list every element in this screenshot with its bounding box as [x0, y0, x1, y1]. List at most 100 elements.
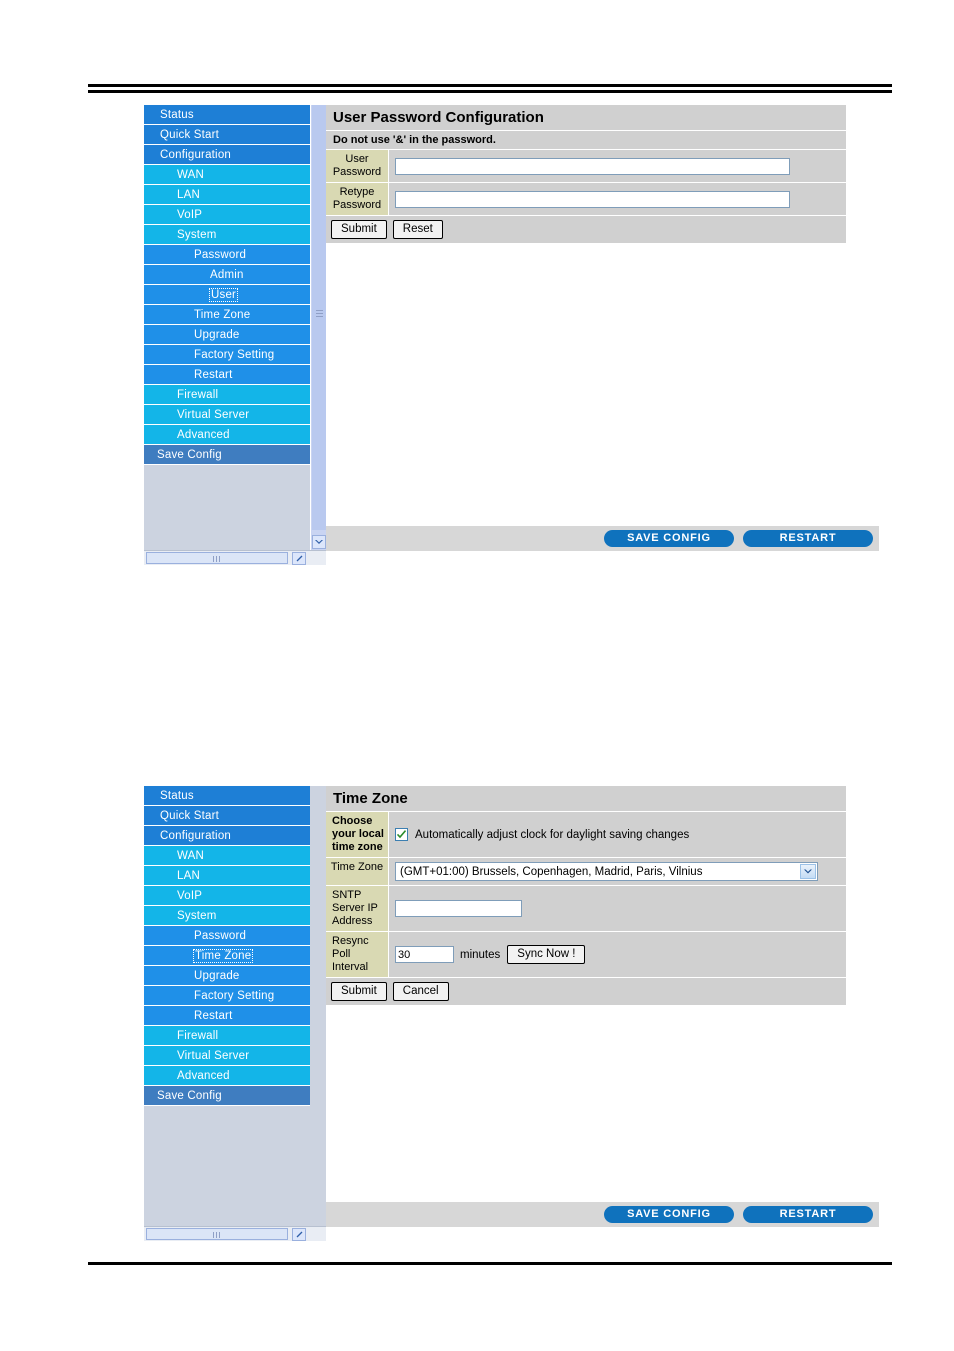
sidebar-item-configuration[interactable]: Configuration [144, 826, 310, 846]
sidebar-item-status[interactable]: Status [144, 105, 310, 125]
sidebar-vertical-scrollbar[interactable] [310, 105, 326, 565]
password-button-row: Submit Reset [326, 216, 846, 244]
sidebar-item-label: Virtual Server [177, 1050, 250, 1062]
cancel-button[interactable]: Cancel [392, 982, 449, 1001]
timezone-value-cell: (GMT+01:00) Brussels, Copenhagen, Madrid… [389, 858, 846, 885]
save-config-button[interactable]: SAVE CONFIG [604, 1206, 734, 1223]
sidebar-item-wan[interactable]: WAN [144, 846, 310, 866]
hscrollbar-grip-icon [213, 556, 220, 562]
sidebar-item-password[interactable]: Password [144, 245, 310, 265]
sidebar-item-voip[interactable]: VoIP [144, 205, 310, 225]
footer-action-bar-password: SAVE CONFIG RESTART [326, 526, 879, 551]
sidebar-item-label: VoIP [177, 209, 203, 221]
resync-interval-unit: minutes [460, 948, 501, 961]
sidebar-item-save-config[interactable]: Save Config [144, 445, 310, 465]
sidebar-item-label: WAN [177, 850, 205, 862]
sync-now-button[interactable]: Sync Now ! [507, 945, 586, 964]
sidebar-item-restart[interactable]: Restart [144, 1006, 310, 1026]
hscroll-right-button[interactable] [292, 1227, 306, 1241]
sidebar-item-lan[interactable]: LAN [144, 866, 310, 886]
sidebar-item-virtual-server[interactable]: Virtual Server [144, 405, 310, 425]
sidebar-item-factory-setting[interactable]: Factory Setting [144, 986, 310, 1006]
hscrollbar-thumb[interactable] [146, 1228, 288, 1240]
sidebar-item-password[interactable]: Password [144, 926, 310, 946]
page-title: User Password Configuration [326, 105, 846, 131]
sidebar-item-advanced[interactable]: Advanced [144, 1066, 310, 1086]
sidebar-item-time-zone[interactable]: Time Zone [144, 305, 310, 325]
sidebar-item-firewall[interactable]: Firewall [144, 385, 310, 405]
sidebar-item-label: Restart [194, 1010, 233, 1022]
sidebar-item-upgrade[interactable]: Upgrade [144, 966, 310, 986]
sidebar-item-user[interactable]: User [144, 285, 310, 305]
sidebar-item-restart[interactable]: Restart [144, 365, 310, 385]
sidebar-horizontal-scrollbar[interactable] [144, 1226, 326, 1241]
timezone-button-row: Submit Cancel [326, 978, 846, 1006]
retype-password-input[interactable] [395, 190, 790, 208]
sidebar-item-wan[interactable]: WAN [144, 165, 310, 185]
restart-button[interactable]: RESTART [743, 530, 873, 547]
chevron-down-glyph [804, 869, 812, 874]
chevron-down-icon[interactable] [800, 864, 816, 879]
daylight-saving-value-cell: Automatically adjust clock for daylight … [389, 812, 846, 857]
time-zone-panel: Time Zone Choose your local time zone Au… [326, 786, 846, 1006]
retype-password-row: Retype Password [326, 183, 846, 216]
scroll-down-button[interactable] [312, 535, 326, 549]
user-password-configuration-panel: User Password Configuration Do not use '… [326, 105, 846, 244]
sidebar-item-label: Restart [194, 369, 233, 381]
sidebar-item-label: User [208, 288, 239, 302]
sidebar-item-label: Factory Setting [194, 349, 275, 361]
submit-button[interactable]: Submit [331, 220, 387, 239]
submit-button[interactable]: Submit [331, 982, 387, 1001]
daylight-saving-row: Choose your local time zone Automaticall… [326, 812, 846, 858]
sidebar-item-virtual-server[interactable]: Virtual Server [144, 1046, 310, 1066]
sntp-server-input[interactable] [395, 900, 522, 917]
sidebar-item-label: WAN [177, 169, 205, 181]
sidebar-item-factory-setting[interactable]: Factory Setting [144, 345, 310, 365]
choose-timezone-label: Choose your local time zone [326, 812, 389, 857]
save-config-button[interactable]: SAVE CONFIG [604, 530, 734, 547]
reset-button[interactable]: Reset [392, 220, 443, 239]
sidebar-item-firewall[interactable]: Firewall [144, 1026, 310, 1046]
resync-interval-input[interactable] [395, 946, 454, 963]
sidebar-item-system[interactable]: System [144, 906, 310, 926]
sidebar-item-label: Save Config [157, 1090, 222, 1102]
hscroll-right-button[interactable] [292, 551, 306, 565]
sidebar-item-label: Password [194, 930, 247, 942]
sidebar-item-label: Status [160, 790, 194, 802]
sidebar-item-time-zone[interactable]: Time Zone [144, 946, 310, 966]
sidebar-item-advanced[interactable]: Advanced [144, 425, 310, 445]
sidebar-item-label: Save Config [157, 449, 222, 461]
hscrollbar-thumb[interactable] [146, 552, 288, 564]
chevron-down-icon [315, 540, 323, 544]
sidebar-horizontal-scrollbar[interactable] [144, 550, 326, 565]
sidebar-item-label: Time Zone [194, 309, 251, 321]
scrollbar-thumb[interactable] [312, 105, 326, 530]
sidebar-item-voip[interactable]: VoIP [144, 886, 310, 906]
sidebar-item-label: Password [194, 249, 247, 261]
sidebar-item-label: Configuration [160, 149, 232, 161]
sidebar-item-quick-start[interactable]: Quick Start [144, 125, 310, 145]
sidebar-item-configuration[interactable]: Configuration [144, 145, 310, 165]
resync-interval-row: Resync Poll Interval minutes Sync Now ! [326, 932, 846, 978]
sidebar-item-label: Advanced [177, 429, 230, 441]
footer-action-bar-timezone: SAVE CONFIG RESTART [326, 1202, 879, 1227]
sidebar-item-label: Admin [210, 269, 244, 281]
page-title: Time Zone [326, 786, 846, 812]
sidebar-item-status[interactable]: Status [144, 786, 310, 806]
sidebar-item-save-config[interactable]: Save Config [144, 1086, 310, 1106]
restart-button[interactable]: RESTART [743, 1206, 873, 1223]
sidebar-item-lan[interactable]: LAN [144, 185, 310, 205]
timezone-selected-value: (GMT+01:00) Brussels, Copenhagen, Madrid… [400, 865, 703, 878]
sidebar-item-label: Firewall [177, 1030, 219, 1042]
sntp-server-row: SNTP Server IP Address [326, 886, 846, 932]
timezone-select[interactable]: (GMT+01:00) Brussels, Copenhagen, Madrid… [395, 862, 818, 881]
sidebar-item-system[interactable]: System [144, 225, 310, 245]
content-bottom-strip [326, 1227, 879, 1241]
sidebar-item-label: Status [160, 109, 194, 121]
daylight-saving-checkbox[interactable] [395, 828, 408, 841]
sidebar-item-admin[interactable]: Admin [144, 265, 310, 285]
sidebar-item-label: System [177, 910, 217, 922]
user-password-input[interactable] [395, 157, 790, 175]
sidebar-item-upgrade[interactable]: Upgrade [144, 325, 310, 345]
sidebar-item-quick-start[interactable]: Quick Start [144, 806, 310, 826]
